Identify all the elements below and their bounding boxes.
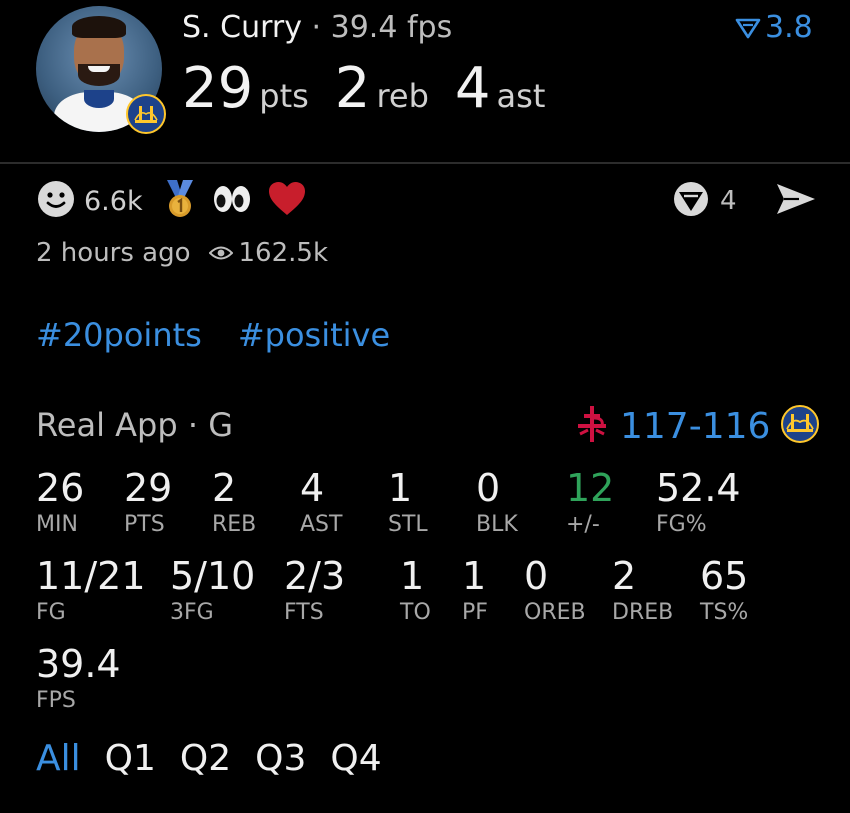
stat-label: PF [462, 600, 488, 625]
stat-cell: 11/21 FG [36, 554, 146, 625]
headline-pts-unit: pts [259, 77, 309, 115]
rating-value: 3.8 [765, 10, 813, 45]
hashtag[interactable]: #20points [36, 316, 202, 354]
stat-cell: 0 OREB [524, 554, 586, 625]
stat-value: 52.4 [656, 466, 741, 510]
stat-label: FG [36, 600, 66, 625]
tab-q2[interactable]: Q2 [180, 738, 231, 779]
stat-label: TS% [700, 600, 749, 625]
hashtag[interactable]: #positive [238, 316, 390, 354]
stat-label: +/- [566, 512, 600, 537]
title-separator: · [311, 10, 322, 45]
player-avatar[interactable] [36, 6, 166, 136]
stat-cell: 65 TS% [700, 554, 748, 625]
stat-cell: 1 TO [400, 554, 431, 625]
stat-cell: 1 STL [388, 466, 428, 537]
stat-cell: 52.4 FG% [656, 466, 741, 537]
stat-label: MIN [36, 512, 78, 537]
stat-value: 65 [700, 554, 749, 598]
stat-value: 0 [524, 554, 549, 598]
rockets-logo-icon [574, 404, 610, 448]
hashtags: #20points #positive [36, 316, 390, 354]
stat-label: AST [300, 512, 343, 537]
stat-value: 1 [388, 466, 413, 510]
reactions-bar: 6.6k [36, 178, 307, 224]
player-title: S. Curry · 39.4 fps [182, 10, 452, 45]
share-count: 4 [720, 186, 737, 216]
views-count: 162.5k [238, 238, 329, 268]
warriors-logo-icon [126, 94, 166, 134]
game-source: Real App · G [36, 406, 233, 444]
post-meta: 2 hours ago 162.5k [36, 238, 328, 268]
tab-all[interactable]: All [36, 738, 81, 779]
views: 162.5k [208, 238, 329, 268]
stat-cell: 1 PF [462, 554, 488, 625]
headline-reb-unit: reb [376, 77, 429, 115]
stat-value: 2 [612, 554, 637, 598]
stat-value: 1 [400, 554, 425, 598]
headline-pts: 29 [182, 56, 254, 121]
player-fps: 39.4 fps [330, 10, 453, 45]
stat-label: FPS [36, 688, 76, 713]
stat-value: 11/21 [36, 554, 146, 598]
stat-cell: 0 BLK [476, 466, 518, 537]
tab-q1[interactable]: Q1 [105, 738, 156, 779]
eye-icon [208, 246, 233, 260]
heart-icon[interactable] [267, 181, 307, 221]
stat-cell: 12 +/- [566, 466, 614, 537]
stat-value: 29 [124, 466, 173, 510]
send-icon[interactable] [775, 182, 817, 220]
medal-icon[interactable] [163, 178, 197, 224]
stat-value: 0 [476, 466, 501, 510]
tab-q4[interactable]: Q4 [330, 738, 381, 779]
rating-down-icon [735, 18, 761, 38]
time-ago: 2 hours ago [36, 238, 191, 268]
stat-label: 3FG [170, 600, 214, 625]
headline-ast: 4 [454, 56, 491, 121]
game-score[interactable]: 117-116 [574, 404, 820, 448]
stat-value: 5/10 [170, 554, 256, 598]
stat-cell: 2 DREB [612, 554, 673, 625]
eyes-icon[interactable] [211, 184, 253, 218]
score-value: 117-116 [620, 405, 771, 447]
stat-cell: 26 MIN [36, 466, 84, 537]
stat-cell: 29 PTS [124, 466, 172, 537]
stat-label: OREB [524, 600, 586, 625]
stat-label: STL [388, 512, 428, 537]
tab-q3[interactable]: Q3 [255, 738, 306, 779]
stat-label: FG% [656, 512, 707, 537]
share-area: 4 [672, 180, 817, 222]
stat-label: TO [400, 600, 431, 625]
stat-cell: 5/10 3FG [170, 554, 255, 625]
headline-statline: 29 pts 2 reb 4 ast [182, 56, 571, 121]
stat-value: 4 [300, 466, 325, 510]
rating[interactable]: 3.8 [735, 10, 813, 45]
stat-label: DREB [612, 600, 674, 625]
stat-cell: 39.4 FPS [36, 642, 121, 713]
stat-value: 12 [566, 466, 615, 510]
headline-reb: 2 [334, 56, 371, 121]
share-count-icon[interactable] [672, 180, 710, 222]
smile-icon[interactable] [36, 179, 76, 223]
headline-ast-unit: ast [496, 77, 546, 115]
stat-label: PTS [124, 512, 165, 537]
stat-label: REB [212, 512, 257, 537]
stat-cell: 2/3 FTS [284, 554, 345, 625]
stat-value: 26 [36, 466, 85, 510]
stat-value: 2/3 [284, 554, 346, 598]
header-divider [0, 162, 850, 164]
warriors-logo-icon [780, 404, 820, 448]
quarter-tabs: All Q1 Q2 Q3 Q4 [36, 738, 382, 779]
stat-label: BLK [476, 512, 518, 537]
stat-cell: 4 AST [300, 466, 342, 537]
stat-value: 1 [462, 554, 487, 598]
stat-value: 2 [212, 466, 237, 510]
stat-value: 39.4 [36, 642, 121, 686]
stat-cell: 2 REB [212, 466, 256, 537]
smile-count: 6.6k [84, 185, 143, 217]
player-name[interactable]: S. Curry [182, 10, 302, 45]
stat-label: FTS [284, 600, 324, 625]
